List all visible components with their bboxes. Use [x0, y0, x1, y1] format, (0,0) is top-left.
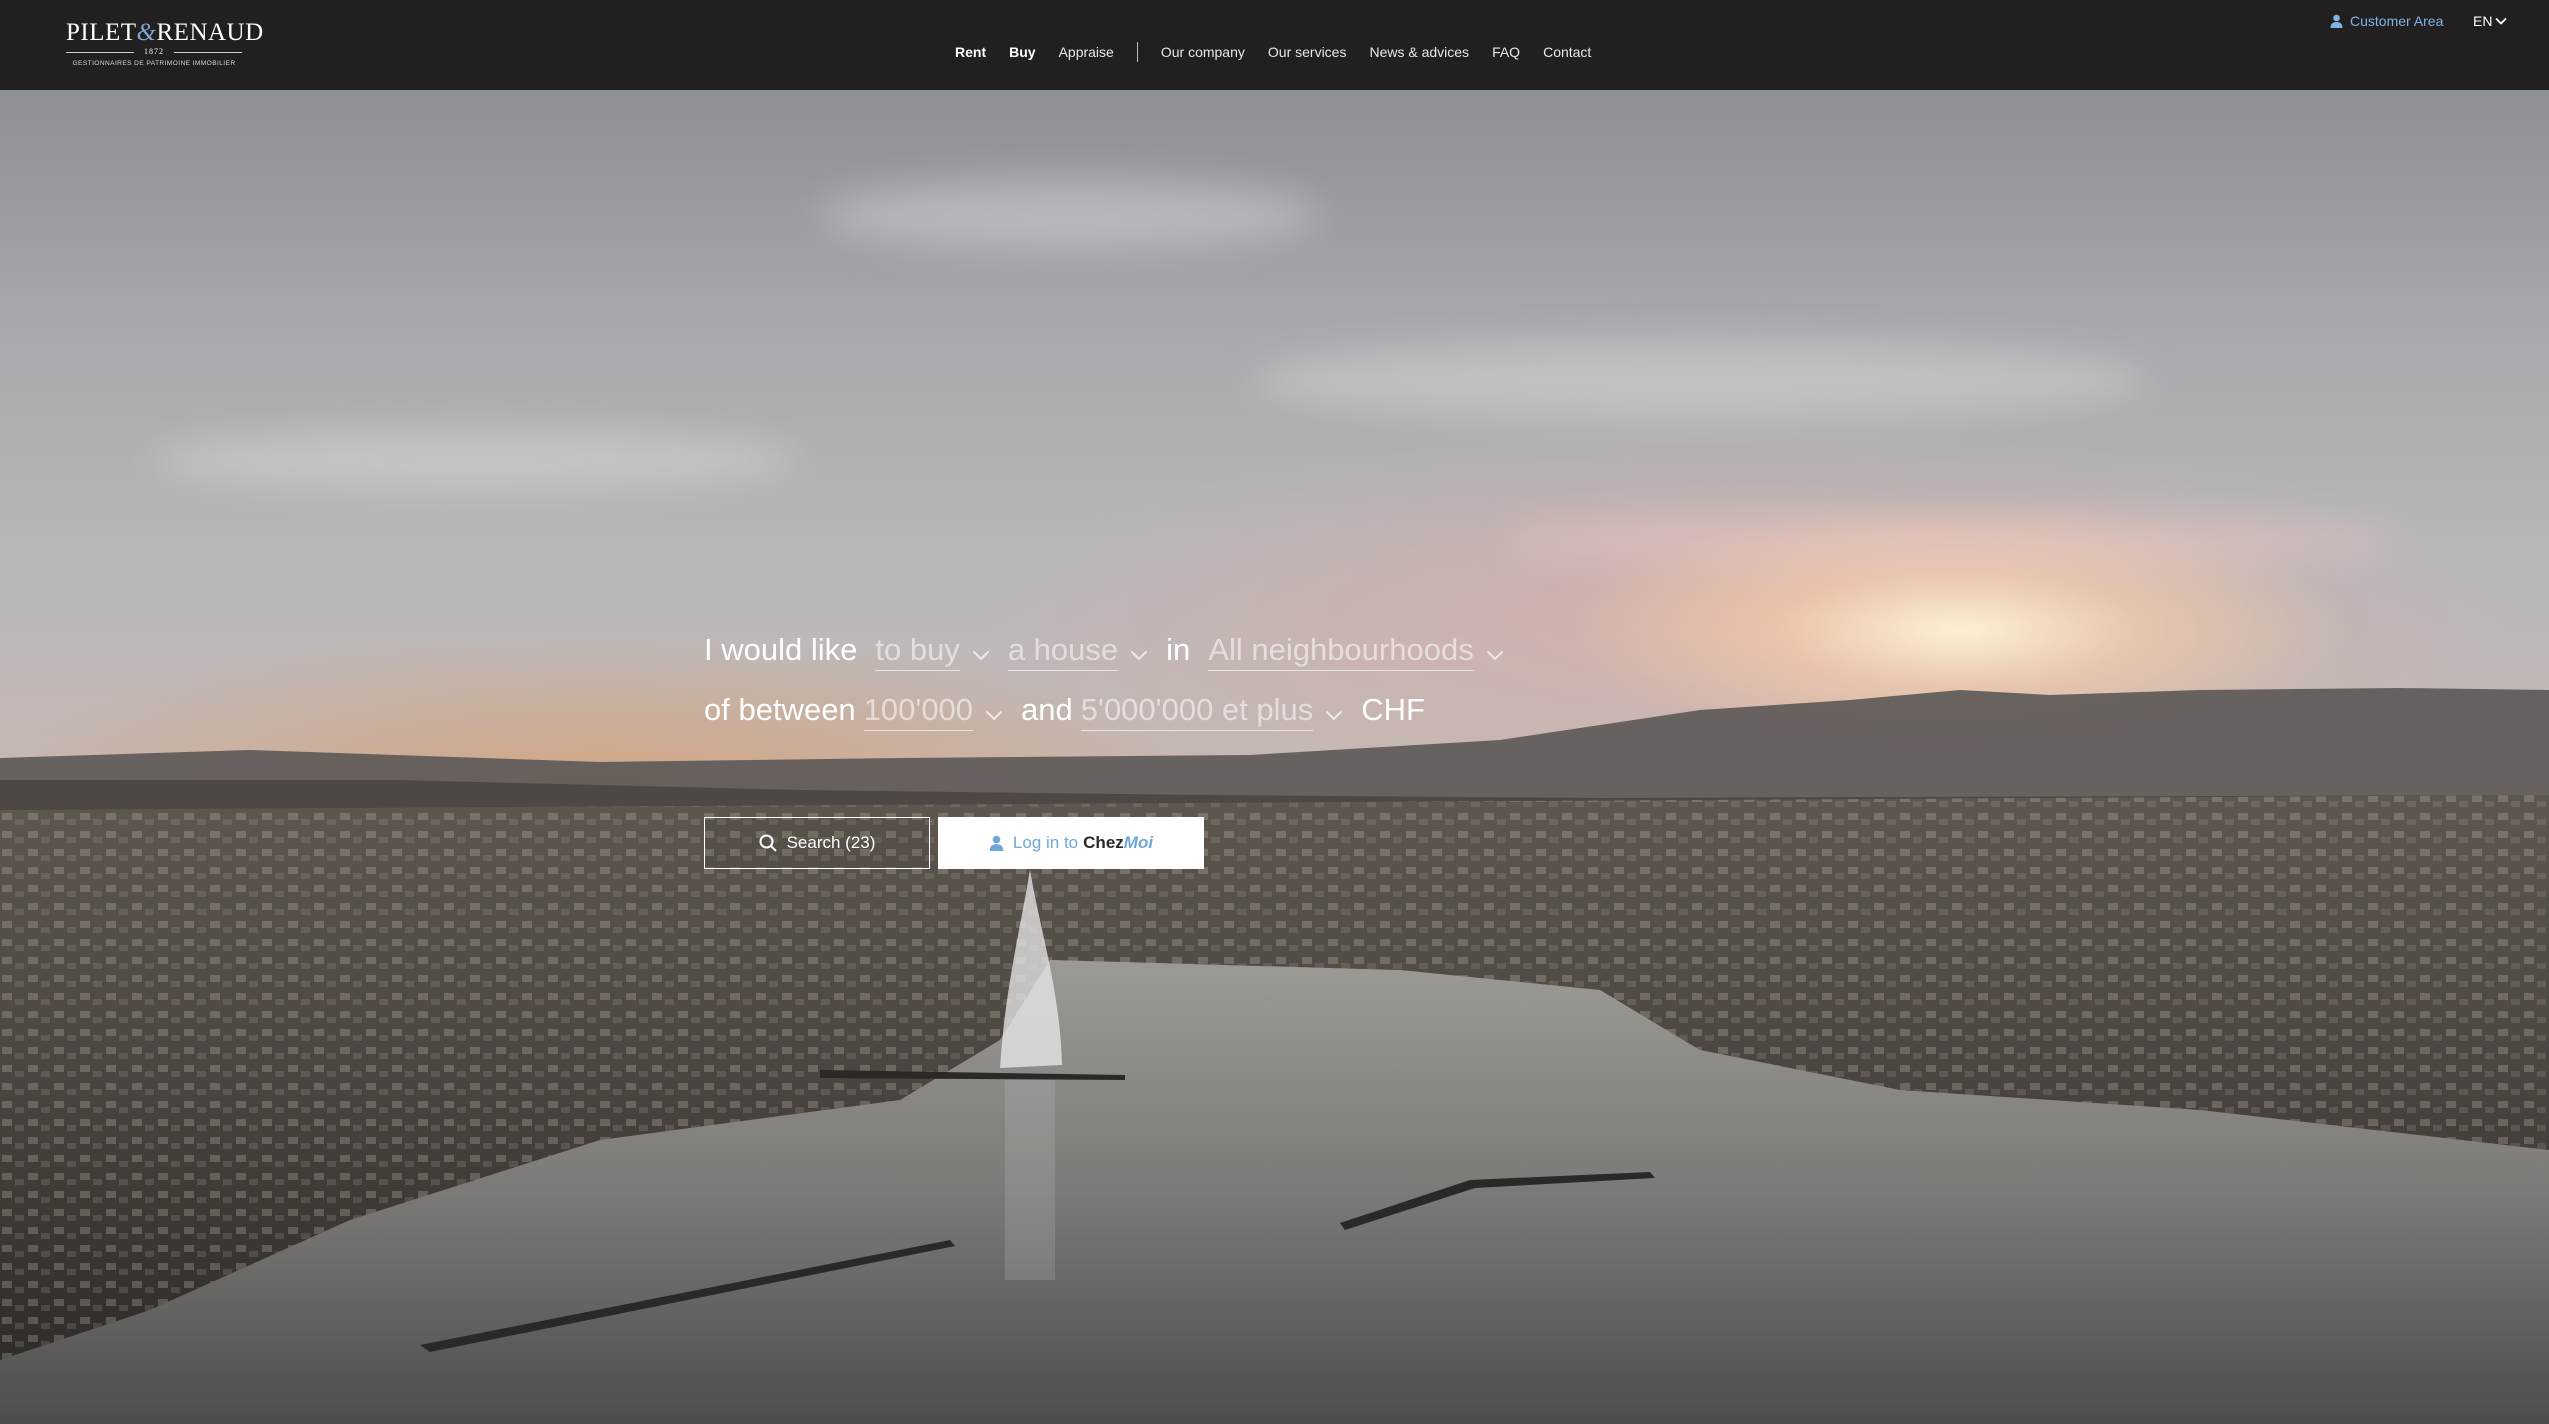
customer-area-label: Customer Area — [2350, 13, 2444, 29]
nav-our-services[interactable]: Our services — [1268, 44, 1347, 60]
logo-rule — [174, 52, 242, 53]
search-sentence-line-1: I would like to buy a house in All neigh… — [704, 632, 1522, 671]
price-max-select[interactable]: 5'000'000 et plus — [1080, 692, 1343, 731]
login-brand-bold: Chez — [1083, 833, 1124, 852]
search-icon — [759, 834, 777, 852]
search-and-word: and — [1021, 692, 1073, 727]
nav-divider — [1136, 42, 1138, 62]
logo-ampersand: & — [136, 19, 157, 46]
search-between-word: of between — [704, 692, 856, 727]
chevron-down-icon — [985, 710, 1003, 721]
hero-background — [0, 90, 2549, 1424]
chevron-down-icon — [1130, 650, 1148, 661]
logo[interactable]: PILET&RENAUD 1872 GESTIONNAIRES DE PATRI… — [66, 19, 263, 72]
transaction-select[interactable]: to buy — [875, 632, 990, 671]
nav-our-company[interactable]: Our company — [1161, 44, 1245, 60]
nav-contact[interactable]: Contact — [1543, 44, 1591, 60]
search-button-label: Search (23) — [786, 833, 876, 852]
property-type-value: a house — [1007, 632, 1119, 671]
chevron-down-icon — [1486, 650, 1503, 661]
search-prefix: I would like — [704, 632, 858, 667]
location-select[interactable]: All neighbourhoods — [1208, 632, 1503, 671]
currency-label: CHF — [1361, 692, 1425, 727]
logo-wordmark: PILET&RENAUD — [66, 19, 263, 46]
nav-news-advices[interactable]: News & advices — [1369, 44, 1469, 60]
site-header: PILET&RENAUD 1872 GESTIONNAIRES DE PATRI… — [0, 0, 2549, 90]
city-lights — [0, 90, 2549, 1424]
login-brand-italic: Moi — [1123, 833, 1154, 852]
language-label: EN — [2473, 13, 2493, 29]
language-selector[interactable]: EN — [2473, 13, 2508, 29]
search-button[interactable]: Search (23) — [704, 817, 930, 869]
search-in-word: in — [1166, 632, 1191, 667]
chevron-down-icon — [972, 650, 990, 661]
logo-tagline: GESTIONNAIRES DE PATRIMOINE IMMOBILIER — [72, 60, 236, 67]
search-sentence-line-2: of between 100'000 and 5'000'000 et plus… — [704, 692, 1443, 731]
price-min-select[interactable]: 100'000 — [863, 692, 1003, 731]
login-prefix: Log in to — [1012, 833, 1079, 852]
transaction-value: to buy — [875, 632, 960, 671]
user-icon — [989, 835, 1004, 851]
nav-rent[interactable]: Rent — [955, 44, 986, 60]
login-chezmoi-button[interactable]: Log in to Chez Moi — [938, 817, 1204, 869]
price-max-value: 5'000'000 et plus — [1080, 692, 1314, 731]
logo-brand-right: RENAUD — [156, 19, 264, 46]
chevron-down-icon — [1326, 710, 1343, 721]
logo-brand-left: PILET — [66, 19, 137, 46]
customer-area-link[interactable]: Customer Area — [2330, 13, 2443, 29]
user-icon — [2330, 14, 2343, 28]
price-min-value: 100'000 — [863, 692, 974, 731]
main-nav: Rent Buy Appraise Our company Our servic… — [955, 42, 1614, 62]
nav-appraise[interactable]: Appraise — [1059, 44, 1114, 60]
nav-buy[interactable]: Buy — [1009, 44, 1035, 60]
property-type-select[interactable]: a house — [1007, 632, 1148, 671]
nav-faq[interactable]: FAQ — [1492, 44, 1520, 60]
location-value: All neighbourhoods — [1208, 632, 1474, 671]
chevron-down-icon — [2495, 17, 2508, 25]
